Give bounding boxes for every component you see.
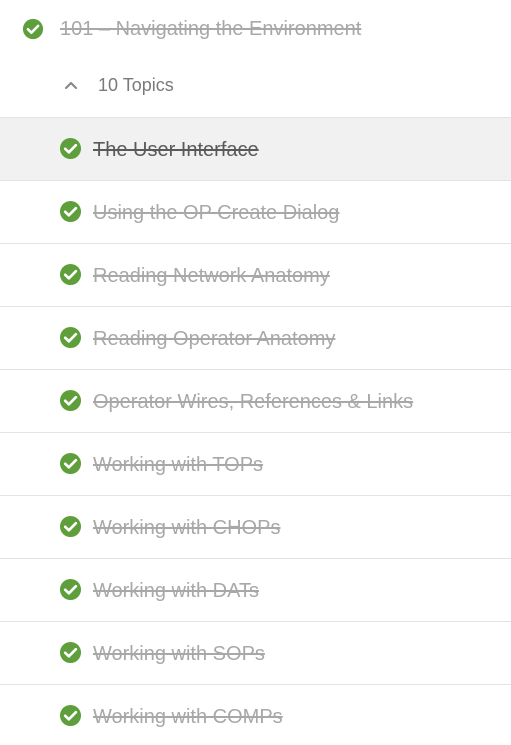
- chevron-up-icon: [64, 81, 78, 90]
- topic-row[interactable]: The User Interface: [0, 117, 511, 180]
- topic-row[interactable]: Reading Operator Anatomy: [0, 306, 511, 369]
- topic-row[interactable]: Working with DATs: [0, 558, 511, 621]
- check-circle-icon: [59, 452, 82, 475]
- check-circle-icon: [59, 641, 82, 664]
- check-circle-icon: [59, 578, 82, 601]
- topic-row[interactable]: Using the OP Create Dialog: [0, 180, 511, 243]
- topic-label: Reading Operator Anatomy: [93, 328, 336, 350]
- check-circle-icon: [59, 137, 82, 160]
- topic-label: Working with TOPs: [93, 454, 264, 476]
- topic-row[interactable]: Working with COMPs: [0, 684, 511, 745]
- topic-label: Working with CHOPs: [93, 517, 281, 539]
- topic-row[interactable]: Working with SOPs: [0, 621, 511, 684]
- topic-row[interactable]: Operator Wires, References & Links: [0, 369, 511, 432]
- topic-label: The User Interface: [93, 139, 259, 161]
- topic-label: Operator Wires, References & Links: [93, 391, 414, 413]
- topic-label: Reading Network Anatomy: [93, 265, 330, 287]
- check-circle-icon: [59, 326, 82, 349]
- lesson-title: 101 – Navigating the Environment: [60, 18, 362, 40]
- check-circle-icon: [59, 389, 82, 412]
- topic-label: Working with DATs: [93, 580, 259, 602]
- topics-count-label: 10 Topics: [98, 74, 174, 95]
- topic-label: Working with SOPs: [93, 643, 265, 665]
- topics-toggle[interactable]: 10 Topics: [60, 70, 174, 100]
- check-circle-icon: [22, 18, 44, 40]
- topic-list: The User Interface Using the OP Create D…: [0, 117, 511, 745]
- topic-row[interactable]: Reading Network Anatomy: [0, 243, 511, 306]
- check-circle-icon: [59, 704, 82, 727]
- check-circle-icon: [59, 515, 82, 538]
- lesson-header[interactable]: 101 – Navigating the Environment: [0, 0, 511, 58]
- lesson-panel: 101 – Navigating the Environment 10 Topi…: [0, 0, 511, 745]
- topic-label: Using the OP Create Dialog: [93, 202, 340, 224]
- topic-label: Working with COMPs: [93, 706, 283, 728]
- topic-row[interactable]: Working with TOPs: [0, 432, 511, 495]
- topic-row[interactable]: Working with CHOPs: [0, 495, 511, 558]
- check-circle-icon: [59, 263, 82, 286]
- check-circle-icon: [59, 200, 82, 223]
